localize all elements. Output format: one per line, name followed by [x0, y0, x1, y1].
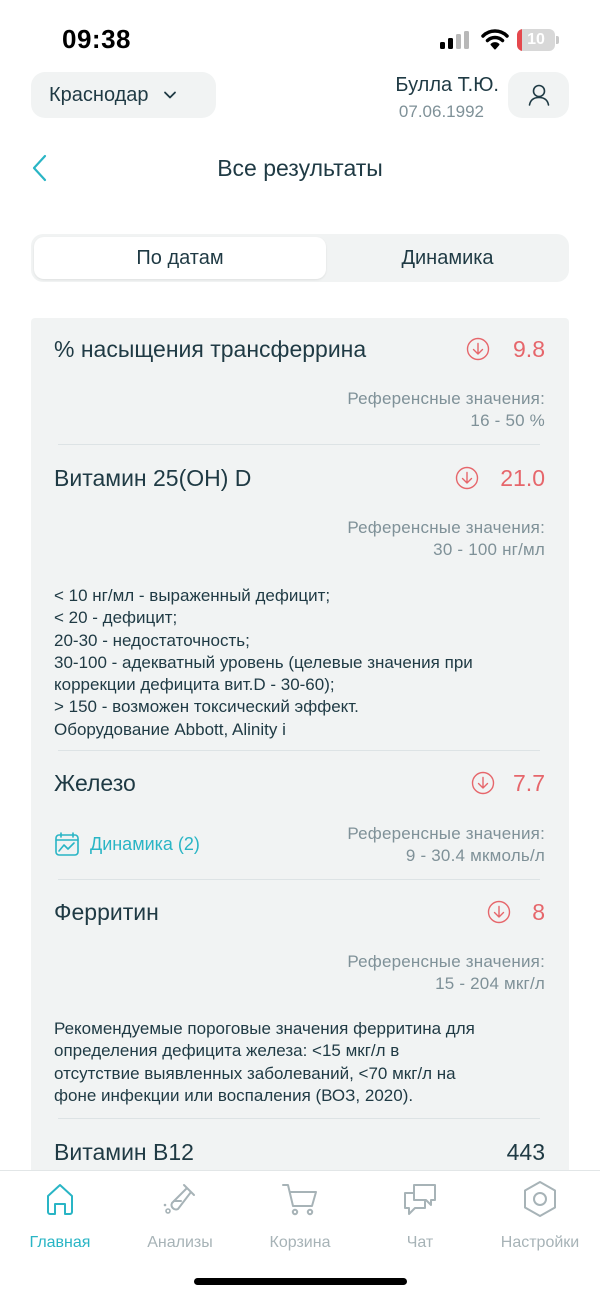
reference-label: Референсные значения:	[347, 952, 545, 971]
arrow-down-circle-icon	[471, 771, 495, 795]
tab-dynamics[interactable]: Динамика	[329, 237, 566, 279]
chat-icon	[404, 1184, 436, 1215]
result-name: Железо	[54, 770, 136, 796]
battery-level: 10	[527, 31, 545, 48]
status-time: 09:38	[62, 24, 131, 54]
note-line: определения дефицита железа: <15 мкг/л в	[54, 1041, 400, 1061]
page-title: Все результаты	[217, 155, 383, 181]
chevron-down-icon	[163, 91, 176, 99]
tab-label: Настройки	[500, 1234, 580, 1251]
settings-icon	[524, 1181, 556, 1217]
tab-settings[interactable]: Настройки	[480, 1179, 600, 1259]
user-name: Булла Т.Ю.	[395, 74, 499, 96]
tab-by-dates[interactable]: По датам	[34, 237, 326, 279]
user-birth-date: 07.06.1992	[398, 102, 484, 121]
note-line: < 10 нг/мл - выраженный дефицит;	[54, 586, 331, 605]
note-line: Оборудование Abbott, Alinity i	[54, 719, 286, 739]
result-note: < 10 нг/мл - выраженный дефицит; < 20 - …	[54, 585, 554, 741]
dynamics-link-label: Динамика (2)	[90, 833, 200, 854]
result-value: 21.0	[500, 465, 545, 491]
note-line: Рекомендуемые пороговые значения феррити…	[54, 1019, 475, 1038]
tab-label: Корзина	[269, 1234, 331, 1251]
divider	[58, 1118, 540, 1119]
result-note: Рекомендуемые пороговые значения феррити…	[54, 1018, 554, 1107]
note-line: коррекции дефицита вит.D - 30-60);	[54, 675, 335, 695]
tab-home[interactable]: Главная	[0, 1179, 120, 1259]
divider	[58, 879, 540, 880]
result-value: 9.8	[513, 336, 545, 362]
result-value: 8	[532, 899, 545, 925]
note-line: < 20 - дефицит;	[54, 608, 178, 628]
battery-icon: 10	[517, 29, 559, 51]
test-tube-icon	[163, 1184, 195, 1214]
arrow-down-circle-icon	[466, 337, 490, 361]
note-line: 20-30 - недостаточность;	[54, 630, 250, 650]
user-icon	[528, 84, 549, 106]
note-line: 30-100 - адекватный уровень (целевые зна…	[54, 652, 473, 672]
tab-label: Главная	[29, 1234, 91, 1251]
reference-range: 9 - 30.4 мкмоль/л	[405, 846, 545, 865]
reference-label: Референсные значения:	[347, 389, 545, 408]
profile-button[interactable]	[508, 72, 569, 118]
result-name: Ферритин	[54, 899, 159, 925]
tab-chat[interactable]: Чат	[360, 1179, 480, 1259]
reference-label: Референсные значения:	[347, 824, 545, 843]
arrow-down-circle-icon	[487, 900, 511, 924]
result-name: % насыщения трансферрина	[54, 336, 367, 362]
city-select[interactable]: Краснодар	[31, 72, 216, 118]
reference-label: Референсные значения:	[347, 518, 545, 537]
cart-icon	[282, 1184, 317, 1216]
tab-label: Анализы	[147, 1234, 213, 1251]
result-value: 443	[506, 1139, 545, 1165]
tab-cart[interactable]: Корзина	[240, 1179, 360, 1259]
home-indicator	[194, 1278, 407, 1285]
cellular-signal-icon	[440, 31, 470, 49]
result-value: 7.7	[513, 770, 545, 796]
divider	[58, 750, 540, 751]
divider	[58, 444, 540, 445]
note-line: отсутствие выявленных заболеваний, <70 м…	[54, 1063, 456, 1083]
reference-range: 30 - 100 нг/мл	[433, 540, 545, 559]
reference-range: 16 - 50 %	[470, 411, 545, 430]
city-label: Краснодар	[49, 83, 149, 106]
note-line: фоне инфекции или воспаления (ВОЗ, 2020)…	[54, 1085, 414, 1105]
results-list: % насыщения трансферрина 9.8 Референсные…	[31, 318, 569, 1188]
arrow-down-circle-icon	[455, 466, 479, 490]
view-mode-switch: По датам Динамика	[31, 234, 569, 282]
dynamics-link[interactable]: Динамика (2)	[54, 830, 200, 858]
result-name: Витамин В12	[54, 1139, 194, 1165]
calendar-chart-icon	[55, 832, 79, 856]
tab-label: Чат	[406, 1234, 434, 1251]
reference-range: 15 - 204 мкг/л	[435, 974, 545, 993]
result-name: Витамин 25(ОН) D	[54, 465, 252, 491]
tab-tests[interactable]: Анализы	[120, 1179, 240, 1259]
wifi-icon	[481, 29, 509, 50]
note-line: > 150 - возможен токсический эффект.	[54, 697, 359, 717]
home-icon	[47, 1184, 73, 1215]
